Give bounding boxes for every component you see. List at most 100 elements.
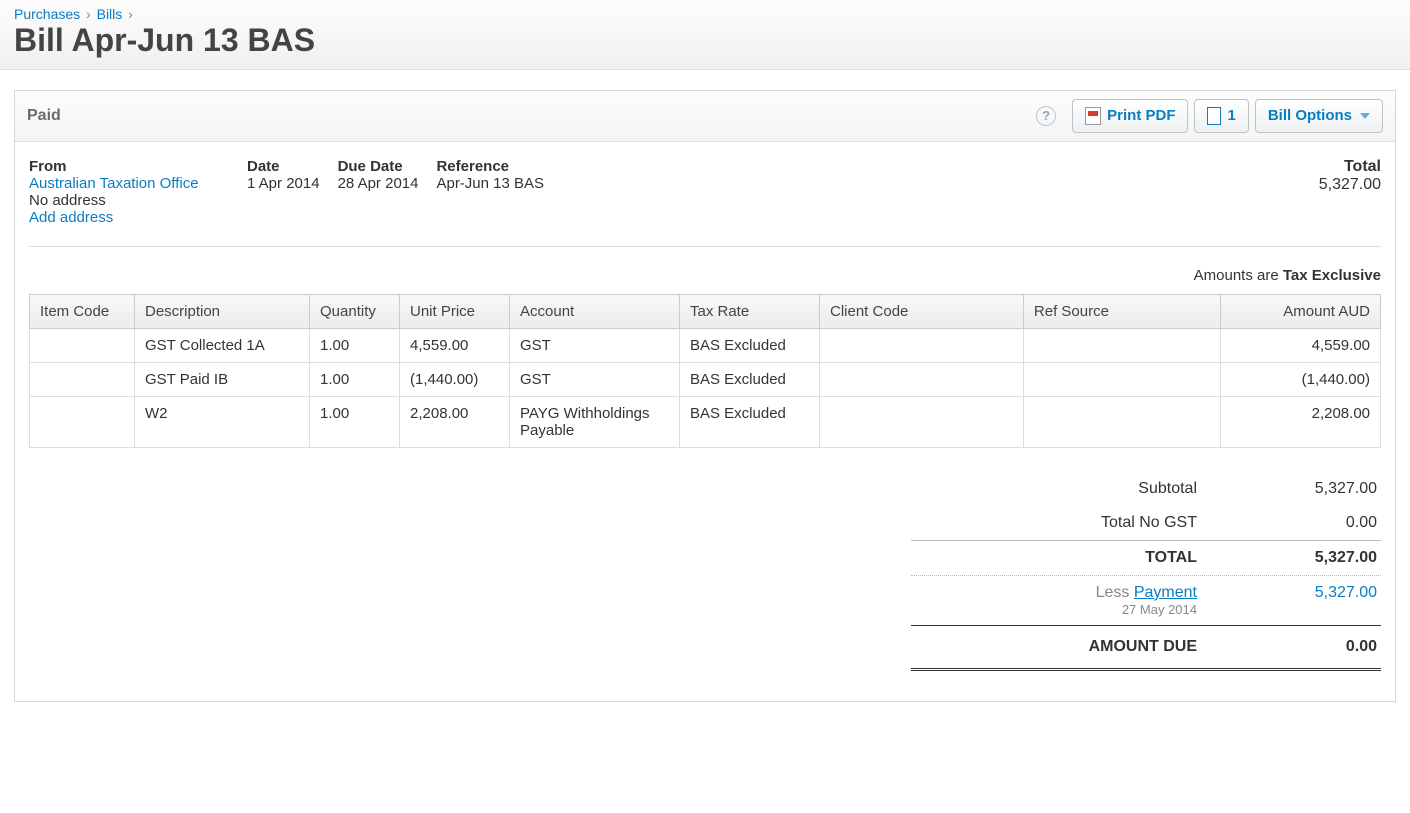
- cell-item-code: [30, 362, 135, 396]
- amount-due-row: AMOUNT DUE 0.00: [911, 625, 1381, 671]
- cell-item-code: [30, 328, 135, 362]
- header-total-label: Total: [1319, 158, 1381, 176]
- cell-description: W2: [135, 396, 310, 447]
- payment-value: 5,327.00: [1257, 584, 1377, 617]
- cell-description: GST Paid IB: [135, 362, 310, 396]
- amounts-note: Amounts are Tax Exclusive: [15, 247, 1395, 294]
- cell-ref-source: [1023, 362, 1220, 396]
- amounts-note-prefix: Amounts are: [1194, 267, 1283, 284]
- col-item-code: Item Code: [30, 294, 135, 328]
- reference-block: Reference Apr-Jun 13 BAS: [436, 158, 544, 226]
- cell-account: GST: [510, 328, 680, 362]
- amount-due-value: 0.00: [1257, 638, 1377, 656]
- subtotal-label: Subtotal: [915, 480, 1257, 498]
- date-label: Date: [247, 158, 320, 175]
- table-row: W21.002,208.00PAYG Withholdings PayableB…: [30, 396, 1381, 447]
- table-row: GST Collected 1A1.004,559.00GSTBAS Exclu…: [30, 328, 1381, 362]
- cell-amount: (1,440.00): [1221, 362, 1381, 396]
- from-address: No address: [29, 192, 229, 209]
- col-tax-rate: Tax Rate: [680, 294, 820, 328]
- cell-amount: 2,208.00: [1221, 396, 1381, 447]
- cell-account: PAYG Withholdings Payable: [510, 396, 680, 447]
- header-total-value: 5,327.00: [1319, 176, 1381, 194]
- table-row: GST Paid IB1.00(1,440.00)GSTBAS Excluded…: [30, 362, 1381, 396]
- cell-client-code: [820, 362, 1024, 396]
- cell-description: GST Collected 1A: [135, 328, 310, 362]
- cell-quantity: 1.00: [310, 396, 400, 447]
- contact-link[interactable]: Australian Taxation Office: [29, 175, 199, 192]
- total-label: TOTAL: [915, 549, 1257, 567]
- cell-client-code: [820, 396, 1024, 447]
- print-pdf-label: Print PDF: [1107, 107, 1175, 124]
- amounts-note-mode: Tax Exclusive: [1283, 267, 1381, 284]
- cell-tax-rate: BAS Excluded: [680, 396, 820, 447]
- due-date-block: Due Date 28 Apr 2014: [338, 158, 419, 226]
- payment-row: Less Payment 27 May 2014 5,327.00: [911, 575, 1381, 625]
- chevron-down-icon: [1360, 113, 1370, 119]
- page-header: Purchases › Bills › Bill Apr-Jun 13 BAS: [0, 0, 1410, 70]
- bill-options-button[interactable]: Bill Options: [1255, 99, 1383, 133]
- cell-ref-source: [1023, 396, 1220, 447]
- totals-section: Subtotal 5,327.00 Total No GST 0.00 TOTA…: [29, 472, 1381, 671]
- breadcrumb-purchases[interactable]: Purchases: [14, 6, 80, 22]
- col-client-code: Client Code: [820, 294, 1024, 328]
- col-quantity: Quantity: [310, 294, 400, 328]
- line-items-table: Item Code Description Quantity Unit Pric…: [29, 294, 1381, 448]
- cell-tax-rate: BAS Excluded: [680, 362, 820, 396]
- due-date-label: Due Date: [338, 158, 419, 175]
- cell-quantity: 1.00: [310, 328, 400, 362]
- cell-quantity: 1.00: [310, 362, 400, 396]
- files-button[interactable]: 1: [1194, 99, 1248, 133]
- less-prefix: Less: [1096, 584, 1134, 601]
- files-count: 1: [1227, 107, 1235, 124]
- payment-date: 27 May 2014: [915, 602, 1197, 617]
- table-header-row: Item Code Description Quantity Unit Pric…: [30, 294, 1381, 328]
- nogst-label: Total No GST: [915, 514, 1257, 532]
- payment-link[interactable]: Payment: [1134, 584, 1197, 601]
- breadcrumb-separator: ›: [84, 6, 93, 22]
- total-row: TOTAL 5,327.00: [911, 540, 1381, 575]
- cell-account: GST: [510, 362, 680, 396]
- cell-unit-price: (1,440.00): [400, 362, 510, 396]
- header-total: Total 5,327.00: [1319, 158, 1381, 226]
- cell-unit-price: 4,559.00: [400, 328, 510, 362]
- date-value: 1 Apr 2014: [247, 175, 320, 192]
- bill-panel: Paid ? Print PDF 1 Bill Options From Aus…: [14, 90, 1396, 702]
- help-icon[interactable]: ?: [1036, 106, 1056, 126]
- toolbar: Paid ? Print PDF 1 Bill Options: [15, 91, 1395, 142]
- breadcrumb-bills[interactable]: Bills: [97, 6, 123, 22]
- cell-tax-rate: BAS Excluded: [680, 328, 820, 362]
- nogst-row: Total No GST 0.00: [911, 506, 1381, 540]
- status-badge: Paid: [27, 107, 61, 125]
- print-pdf-button[interactable]: Print PDF: [1072, 99, 1188, 133]
- due-date-value: 28 Apr 2014: [338, 175, 419, 192]
- cell-item-code: [30, 396, 135, 447]
- col-ref-source: Ref Source: [1023, 294, 1220, 328]
- files-icon: [1207, 107, 1221, 125]
- col-description: Description: [135, 294, 310, 328]
- from-block: From Australian Taxation Office No addre…: [29, 158, 229, 226]
- bill-info: From Australian Taxation Office No addre…: [15, 142, 1395, 236]
- page-title: Bill Apr-Jun 13 BAS: [14, 22, 1396, 59]
- cell-ref-source: [1023, 328, 1220, 362]
- nogst-value: 0.00: [1257, 514, 1377, 532]
- add-address-link[interactable]: Add address: [29, 209, 113, 226]
- total-value: 5,327.00: [1257, 549, 1377, 567]
- col-account: Account: [510, 294, 680, 328]
- bill-options-label: Bill Options: [1268, 107, 1352, 124]
- cell-unit-price: 2,208.00: [400, 396, 510, 447]
- cell-amount: 4,559.00: [1221, 328, 1381, 362]
- reference-value: Apr-Jun 13 BAS: [436, 175, 544, 192]
- subtotal-value: 5,327.00: [1257, 480, 1377, 498]
- breadcrumb: Purchases › Bills ›: [14, 4, 1396, 22]
- cell-client-code: [820, 328, 1024, 362]
- subtotal-row: Subtotal 5,327.00: [911, 472, 1381, 506]
- pdf-icon: [1085, 107, 1101, 125]
- from-label: From: [29, 158, 229, 175]
- date-block: Date 1 Apr 2014: [247, 158, 320, 226]
- col-amount: Amount AUD: [1221, 294, 1381, 328]
- col-unit-price: Unit Price: [400, 294, 510, 328]
- reference-label: Reference: [436, 158, 544, 175]
- breadcrumb-separator: ›: [126, 6, 135, 22]
- amount-due-label: AMOUNT DUE: [915, 638, 1257, 656]
